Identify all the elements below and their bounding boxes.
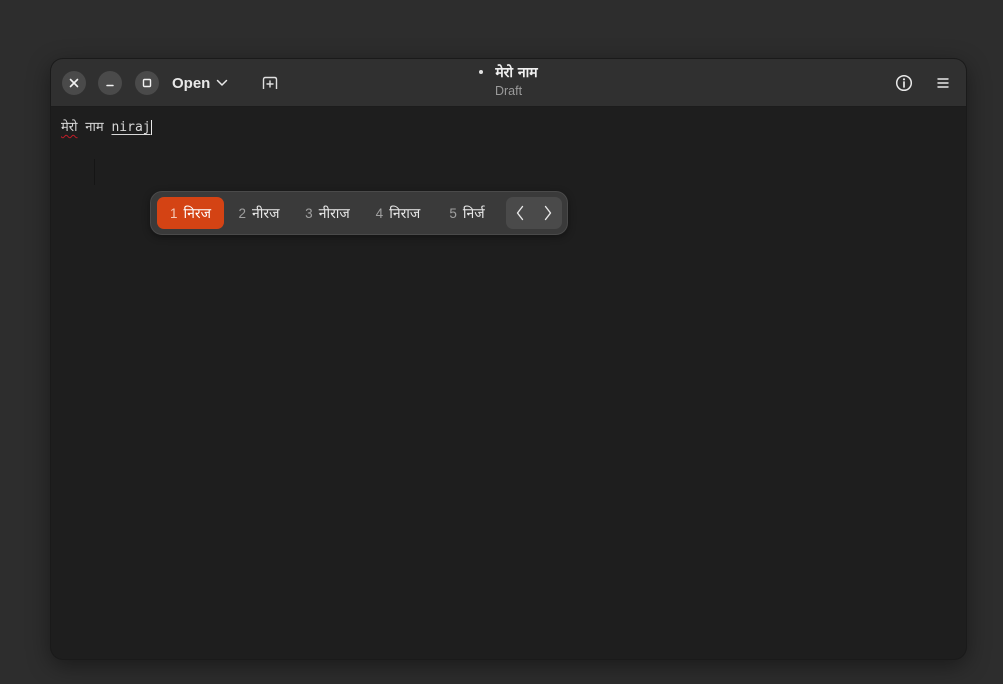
main-menu-button[interactable] <box>931 71 955 95</box>
indent-guide <box>94 159 95 185</box>
chevron-down-icon <box>217 79 228 86</box>
candidate-number: 3 <box>305 205 313 221</box>
candidate-text: निराज <box>389 205 421 222</box>
candidate-text: नीरज <box>252 205 280 222</box>
headerbar: Open मेरो नाम Draft <box>51 59 966 107</box>
close-icon <box>69 78 79 88</box>
minimize-button[interactable] <box>98 71 122 95</box>
open-button-label: Open <box>172 74 211 92</box>
candidate-text: निरज <box>183 205 212 222</box>
candidate-number: 2 <box>238 205 246 221</box>
ime-candidate-4[interactable]: 4 निराज <box>365 197 431 229</box>
document-title: मेरो नाम <box>495 65 538 81</box>
candidate-text: निर्ज <box>462 205 485 222</box>
text-editor-area[interactable]: मेरो नाम niraj 1 निरज 2 नीरज 3 नीराज 4 न… <box>51 107 966 659</box>
modified-indicator <box>479 70 484 74</box>
candidate-number: 5 <box>449 205 457 221</box>
text-cursor <box>150 120 152 135</box>
close-button[interactable] <box>62 71 86 95</box>
misspelled-word: मेरो <box>61 120 78 135</box>
previous-page-button[interactable] <box>506 197 534 229</box>
new-tab-icon <box>262 76 278 89</box>
open-button[interactable]: Open <box>172 70 228 96</box>
ime-candidate-5[interactable]: 5 निर्ज <box>435 197 499 229</box>
maximize-icon <box>142 78 152 88</box>
text-editor-window: Open मेरो नाम Draft मेरो नाम niraj 1 निर… <box>51 59 966 659</box>
next-page-button[interactable] <box>534 197 562 229</box>
chevron-left-icon <box>516 205 524 221</box>
ime-candidate-3[interactable]: 3 नीराज <box>294 197 361 229</box>
ime-preedit-text: niraj <box>111 120 151 135</box>
ime-candidate-popup: 1 निरज 2 नीरज 3 नीराज 4 निराज 5 निर्ज <box>150 191 568 235</box>
editor-text-line: मेरो नाम niraj <box>61 119 152 137</box>
editor-word: नाम <box>85 120 104 135</box>
hamburger-menu-icon <box>937 78 949 88</box>
ime-candidate-2[interactable]: 2 नीरज <box>228 197 290 229</box>
chevron-right-icon <box>544 205 552 221</box>
candidate-number: 1 <box>169 205 178 221</box>
info-icon <box>895 74 913 92</box>
candidate-page-navigation <box>506 197 562 229</box>
minimize-icon <box>106 84 114 87</box>
document-info-button[interactable] <box>892 71 916 95</box>
ime-candidate-1[interactable]: 1 निरज <box>157 197 224 229</box>
candidate-text: नीराज <box>318 205 350 222</box>
new-tab-button[interactable] <box>259 73 281 93</box>
maximize-button[interactable] <box>135 71 159 95</box>
candidate-number: 4 <box>375 205 384 221</box>
